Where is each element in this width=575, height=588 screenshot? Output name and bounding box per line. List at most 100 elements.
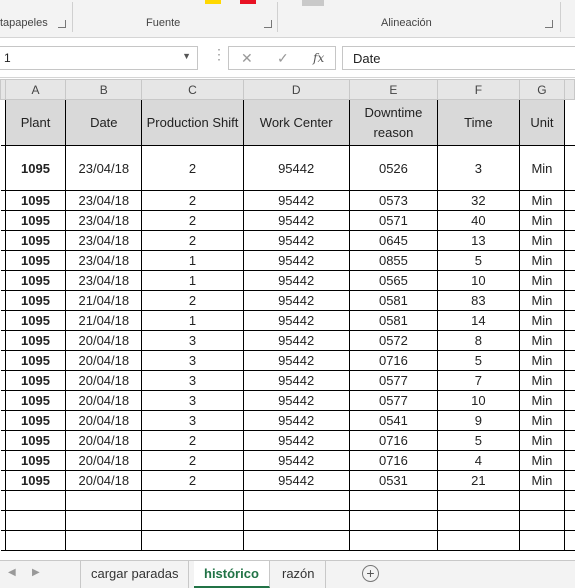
- cell-downtime-reason[interactable]: 0565: [348, 270, 439, 291]
- cell-shift[interactable]: 2: [141, 470, 244, 491]
- formula-input[interactable]: Date: [342, 46, 575, 70]
- cell-downtime-reason[interactable]: 0573: [348, 190, 439, 211]
- font-color-swatch[interactable]: [240, 0, 256, 4]
- cell-work-center[interactable]: 95442: [242, 470, 350, 491]
- cell[interactable]: [564, 99, 575, 146]
- column-header-b[interactable]: B: [65, 79, 143, 100]
- clipboard-launcher-icon[interactable]: [58, 20, 66, 28]
- cell[interactable]: [564, 370, 575, 391]
- cell-date[interactable]: 20/04/18: [65, 410, 143, 431]
- cell-shift[interactable]: 1: [141, 310, 244, 331]
- cell-time[interactable]: 10: [437, 270, 520, 291]
- cell-date[interactable]: 21/04/18: [65, 310, 143, 331]
- cell-downtime-reason[interactable]: 0645: [348, 230, 439, 251]
- empty-cell[interactable]: [141, 510, 244, 531]
- name-box[interactable]: 1 ▼: [0, 46, 198, 70]
- empty-cell[interactable]: [242, 490, 350, 511]
- cell-shift[interactable]: 2: [141, 430, 244, 451]
- cell-unit[interactable]: Min: [518, 390, 566, 411]
- cell-time[interactable]: 10: [437, 390, 520, 411]
- cell-work-center[interactable]: 95442: [242, 430, 350, 451]
- cell-work-center[interactable]: 95442: [242, 390, 350, 411]
- cell-unit[interactable]: Min: [518, 250, 566, 271]
- cell-unit[interactable]: Min: [518, 350, 566, 371]
- cell-unit[interactable]: Min: [518, 210, 566, 231]
- cell-shift[interactable]: 2: [141, 230, 244, 251]
- cell-time[interactable]: 5: [437, 350, 520, 371]
- cell-shift[interactable]: 2: [141, 290, 244, 311]
- cell-work-center[interactable]: 95442: [242, 310, 350, 331]
- enter-icon[interactable]: ✓: [277, 50, 289, 67]
- cell-work-center[interactable]: 95442: [242, 330, 350, 351]
- cell-unit[interactable]: Min: [518, 290, 566, 311]
- column-header-f[interactable]: F: [437, 79, 520, 100]
- alignment-launcher-icon[interactable]: [545, 20, 553, 28]
- cell-time[interactable]: 5: [437, 430, 520, 451]
- empty-cell[interactable]: [348, 530, 439, 551]
- cell[interactable]: [564, 430, 575, 451]
- cell-plant[interactable]: 1095: [4, 410, 67, 431]
- cell-downtime-reason[interactable]: 0581: [348, 310, 439, 331]
- empty-cell[interactable]: [564, 530, 575, 551]
- highlight-color-swatch[interactable]: [205, 0, 221, 4]
- cell[interactable]: [564, 390, 575, 411]
- cell-downtime-reason[interactable]: 0577: [348, 370, 439, 391]
- cell[interactable]: [564, 230, 575, 251]
- cell-unit[interactable]: Min: [518, 410, 566, 431]
- cell-time[interactable]: 3: [437, 145, 520, 191]
- empty-cell[interactable]: [4, 530, 67, 551]
- empty-cell[interactable]: [564, 490, 575, 511]
- insert-function-icon[interactable]: fx: [313, 51, 324, 65]
- cell-work-center[interactable]: 95442: [242, 250, 350, 271]
- cell-work-center[interactable]: 95442: [242, 190, 350, 211]
- cell-downtime-reason[interactable]: 0541: [348, 410, 439, 431]
- cell-time[interactable]: 21: [437, 470, 520, 491]
- cell-date[interactable]: 20/04/18: [65, 450, 143, 471]
- cell-shift[interactable]: 3: [141, 370, 244, 391]
- cell-time[interactable]: 7: [437, 370, 520, 391]
- empty-cell[interactable]: [437, 490, 520, 511]
- cell[interactable]: [564, 450, 575, 471]
- cell-date[interactable]: 23/04/18: [65, 250, 143, 271]
- cell-date[interactable]: 20/04/18: [65, 390, 143, 411]
- header-plant[interactable]: Plant: [4, 99, 67, 146]
- cell[interactable]: [564, 190, 575, 211]
- empty-cell[interactable]: [437, 510, 520, 531]
- empty-cell[interactable]: [4, 490, 67, 511]
- cell-downtime-reason[interactable]: 0581: [348, 290, 439, 311]
- cell-downtime-reason[interactable]: 0716: [348, 450, 439, 471]
- empty-cell[interactable]: [65, 490, 143, 511]
- ribbon-grey-button[interactable]: [302, 0, 324, 6]
- cell-plant[interactable]: 1095: [4, 230, 67, 251]
- cell-time[interactable]: 32: [437, 190, 520, 211]
- empty-cell[interactable]: [242, 530, 350, 551]
- cell-date[interactable]: 20/04/18: [65, 350, 143, 371]
- cell-time[interactable]: 40: [437, 210, 520, 231]
- cell-plant[interactable]: 1095: [4, 270, 67, 291]
- scroll-right-icon[interactable]: ▶: [32, 567, 40, 578]
- cell-plant[interactable]: 1095: [4, 250, 67, 271]
- cell[interactable]: [564, 290, 575, 311]
- cell-work-center[interactable]: 95442: [242, 350, 350, 371]
- cell-time[interactable]: 4: [437, 450, 520, 471]
- cell-unit[interactable]: Min: [518, 310, 566, 331]
- cell[interactable]: [564, 410, 575, 431]
- cell-plant[interactable]: 1095: [4, 470, 67, 491]
- cell-plant[interactable]: 1095: [4, 290, 67, 311]
- cell-time[interactable]: 9: [437, 410, 520, 431]
- cell-shift[interactable]: 3: [141, 350, 244, 371]
- cell-work-center[interactable]: 95442: [242, 230, 350, 251]
- cell-time[interactable]: 8: [437, 330, 520, 351]
- cell-time[interactable]: 13: [437, 230, 520, 251]
- empty-cell[interactable]: [348, 510, 439, 531]
- cell[interactable]: [564, 270, 575, 291]
- column-header-d[interactable]: D: [242, 79, 350, 100]
- cell[interactable]: [564, 350, 575, 371]
- add-sheet-icon[interactable]: +: [362, 565, 379, 582]
- cell-downtime-reason[interactable]: 0855: [348, 250, 439, 271]
- cell-unit[interactable]: Min: [518, 190, 566, 211]
- cell-shift[interactable]: 2: [141, 190, 244, 211]
- cell-shift[interactable]: 2: [141, 145, 244, 191]
- cell-work-center[interactable]: 95442: [242, 270, 350, 291]
- cell-plant[interactable]: 1095: [4, 370, 67, 391]
